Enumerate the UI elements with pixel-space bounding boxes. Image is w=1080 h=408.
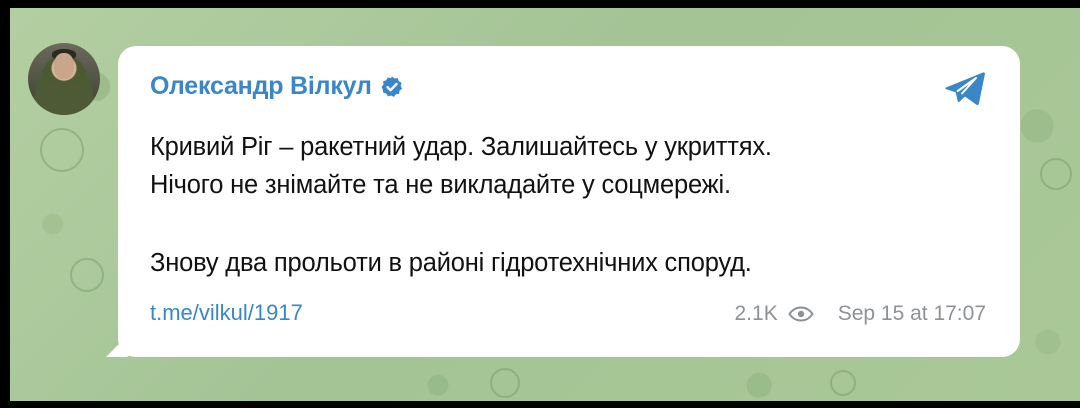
message-timestamp: Sep 15 at 17:07 [837, 302, 986, 325]
avatar-body [36, 81, 92, 115]
message-line: Нічого не знімайте та не викладайте у со… [150, 171, 731, 199]
eye-icon [788, 306, 814, 322]
wallpaper-doodle [490, 368, 520, 398]
message-line: Кривий Ріг – ракетний удар. Залишайтесь … [150, 133, 772, 161]
author-name[interactable]: Олександр Вілкул [150, 72, 372, 101]
verified-badge-icon [381, 76, 402, 97]
message-header: Олександр Вілкул [150, 72, 404, 101]
wallpaper-doodle [70, 258, 104, 292]
screenshot-frame: Олександр Вілкул Кривий Ріг – ракетний у… [0, 0, 1080, 408]
wallpaper-doodle [830, 370, 856, 396]
author-avatar[interactable] [28, 43, 100, 115]
message-text: Кривий Ріг – ракетний удар. Залишайтесь … [150, 128, 990, 282]
view-count: 2.1K [734, 302, 778, 325]
post-link[interactable]: t.me/vilkul/1917 [150, 300, 303, 326]
message-line: Знову два прольоти в районі гідротехнічн… [150, 249, 752, 277]
wallpaper-doodle [40, 128, 84, 172]
telegram-share-icon[interactable] [944, 70, 986, 108]
message-meta: 2.1K Sep 15 at 17:07 [735, 302, 987, 326]
message-bubble[interactable]: Олександр Вілкул Кривий Ріг – ракетний у… [118, 46, 1020, 357]
wallpaper-doodle [1040, 158, 1072, 190]
avatar-head [54, 53, 74, 79]
